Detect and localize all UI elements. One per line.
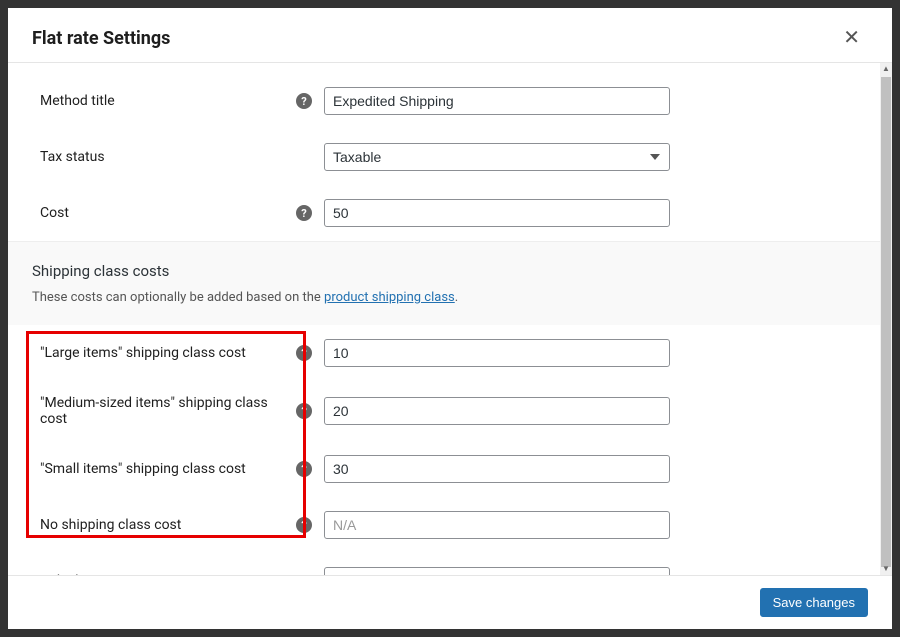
method-title-input[interactable]: [324, 87, 670, 115]
cost-input[interactable]: [324, 199, 670, 227]
large-items-cost-input[interactable]: [324, 339, 670, 367]
small-items-cost-input[interactable]: [324, 455, 670, 483]
row-calculation-type: Calculation type Per order: Charge shipp…: [32, 553, 868, 575]
label-small-items: "Small items" shipping class cost: [32, 461, 246, 477]
tax-status-select[interactable]: Taxable: [324, 143, 670, 171]
label-medium-items: "Medium-sized items" shipping class cost: [32, 395, 296, 427]
row-tax-status: Tax status Taxable: [32, 129, 868, 185]
shipping-class-description: These costs can optionally be added base…: [32, 290, 868, 325]
modal-header: Flat rate Settings ✕: [8, 8, 892, 63]
shipping-class-section-title: Shipping class costs: [32, 242, 868, 290]
modal-body: Method title ? Tax status Taxable: [8, 63, 892, 575]
label-no-shipping-class: No shipping class cost: [32, 517, 181, 533]
scroll-up-arrow-icon[interactable]: ▲: [880, 63, 892, 75]
help-icon[interactable]: ?: [296, 93, 312, 109]
calculation-type-select[interactable]: Per order: Charge shipping for the most …: [324, 567, 670, 575]
help-icon[interactable]: ?: [296, 517, 312, 533]
row-no-shipping-class: No shipping class cost ?: [32, 497, 868, 553]
scrollbar-track[interactable]: ▲ ▼: [880, 63, 892, 575]
label-large-items: "Large items" shipping class cost: [32, 345, 246, 361]
modal-container: Flat rate Settings ✕ Method title ? Tax …: [8, 8, 892, 629]
no-shipping-class-cost-input[interactable]: [324, 511, 670, 539]
main-settings-section: Method title ? Tax status Taxable: [32, 63, 868, 241]
close-button[interactable]: ✕: [835, 24, 868, 52]
tax-status-select-wrap: Taxable: [324, 143, 670, 171]
row-medium-items: "Medium-sized items" shipping class cost…: [32, 381, 868, 441]
row-cost: Cost ?: [32, 185, 868, 241]
scroll-down-arrow-icon[interactable]: ▼: [880, 563, 892, 575]
label-tax-status: Tax status: [32, 149, 105, 165]
shipping-class-header: Shipping class costs These costs can opt…: [8, 241, 892, 325]
row-large-items: "Large items" shipping class cost ?: [32, 325, 868, 381]
help-icon[interactable]: ?: [296, 403, 312, 419]
save-changes-button[interactable]: Save changes: [760, 588, 868, 617]
label-method-title: Method title: [32, 93, 115, 109]
shipping-class-rows: "Large items" shipping class cost ? "Med…: [32, 325, 868, 575]
row-method-title: Method title ?: [32, 73, 868, 129]
product-shipping-class-link[interactable]: product shipping class: [324, 290, 455, 305]
label-cost: Cost: [32, 205, 69, 221]
modal-footer: Save changes: [8, 575, 892, 629]
modal-title: Flat rate Settings: [32, 28, 170, 49]
help-icon[interactable]: ?: [296, 461, 312, 477]
calculation-type-select-wrap: Per order: Charge shipping for the most …: [324, 567, 670, 575]
close-icon: ✕: [843, 27, 860, 49]
help-icon[interactable]: ?: [296, 205, 312, 221]
label-calculation-type: Calculation type: [32, 573, 140, 575]
scrollbar-thumb[interactable]: [881, 77, 891, 567]
help-icon[interactable]: ?: [296, 345, 312, 361]
medium-items-cost-input[interactable]: [324, 397, 670, 425]
row-small-items: "Small items" shipping class cost ?: [32, 441, 868, 497]
